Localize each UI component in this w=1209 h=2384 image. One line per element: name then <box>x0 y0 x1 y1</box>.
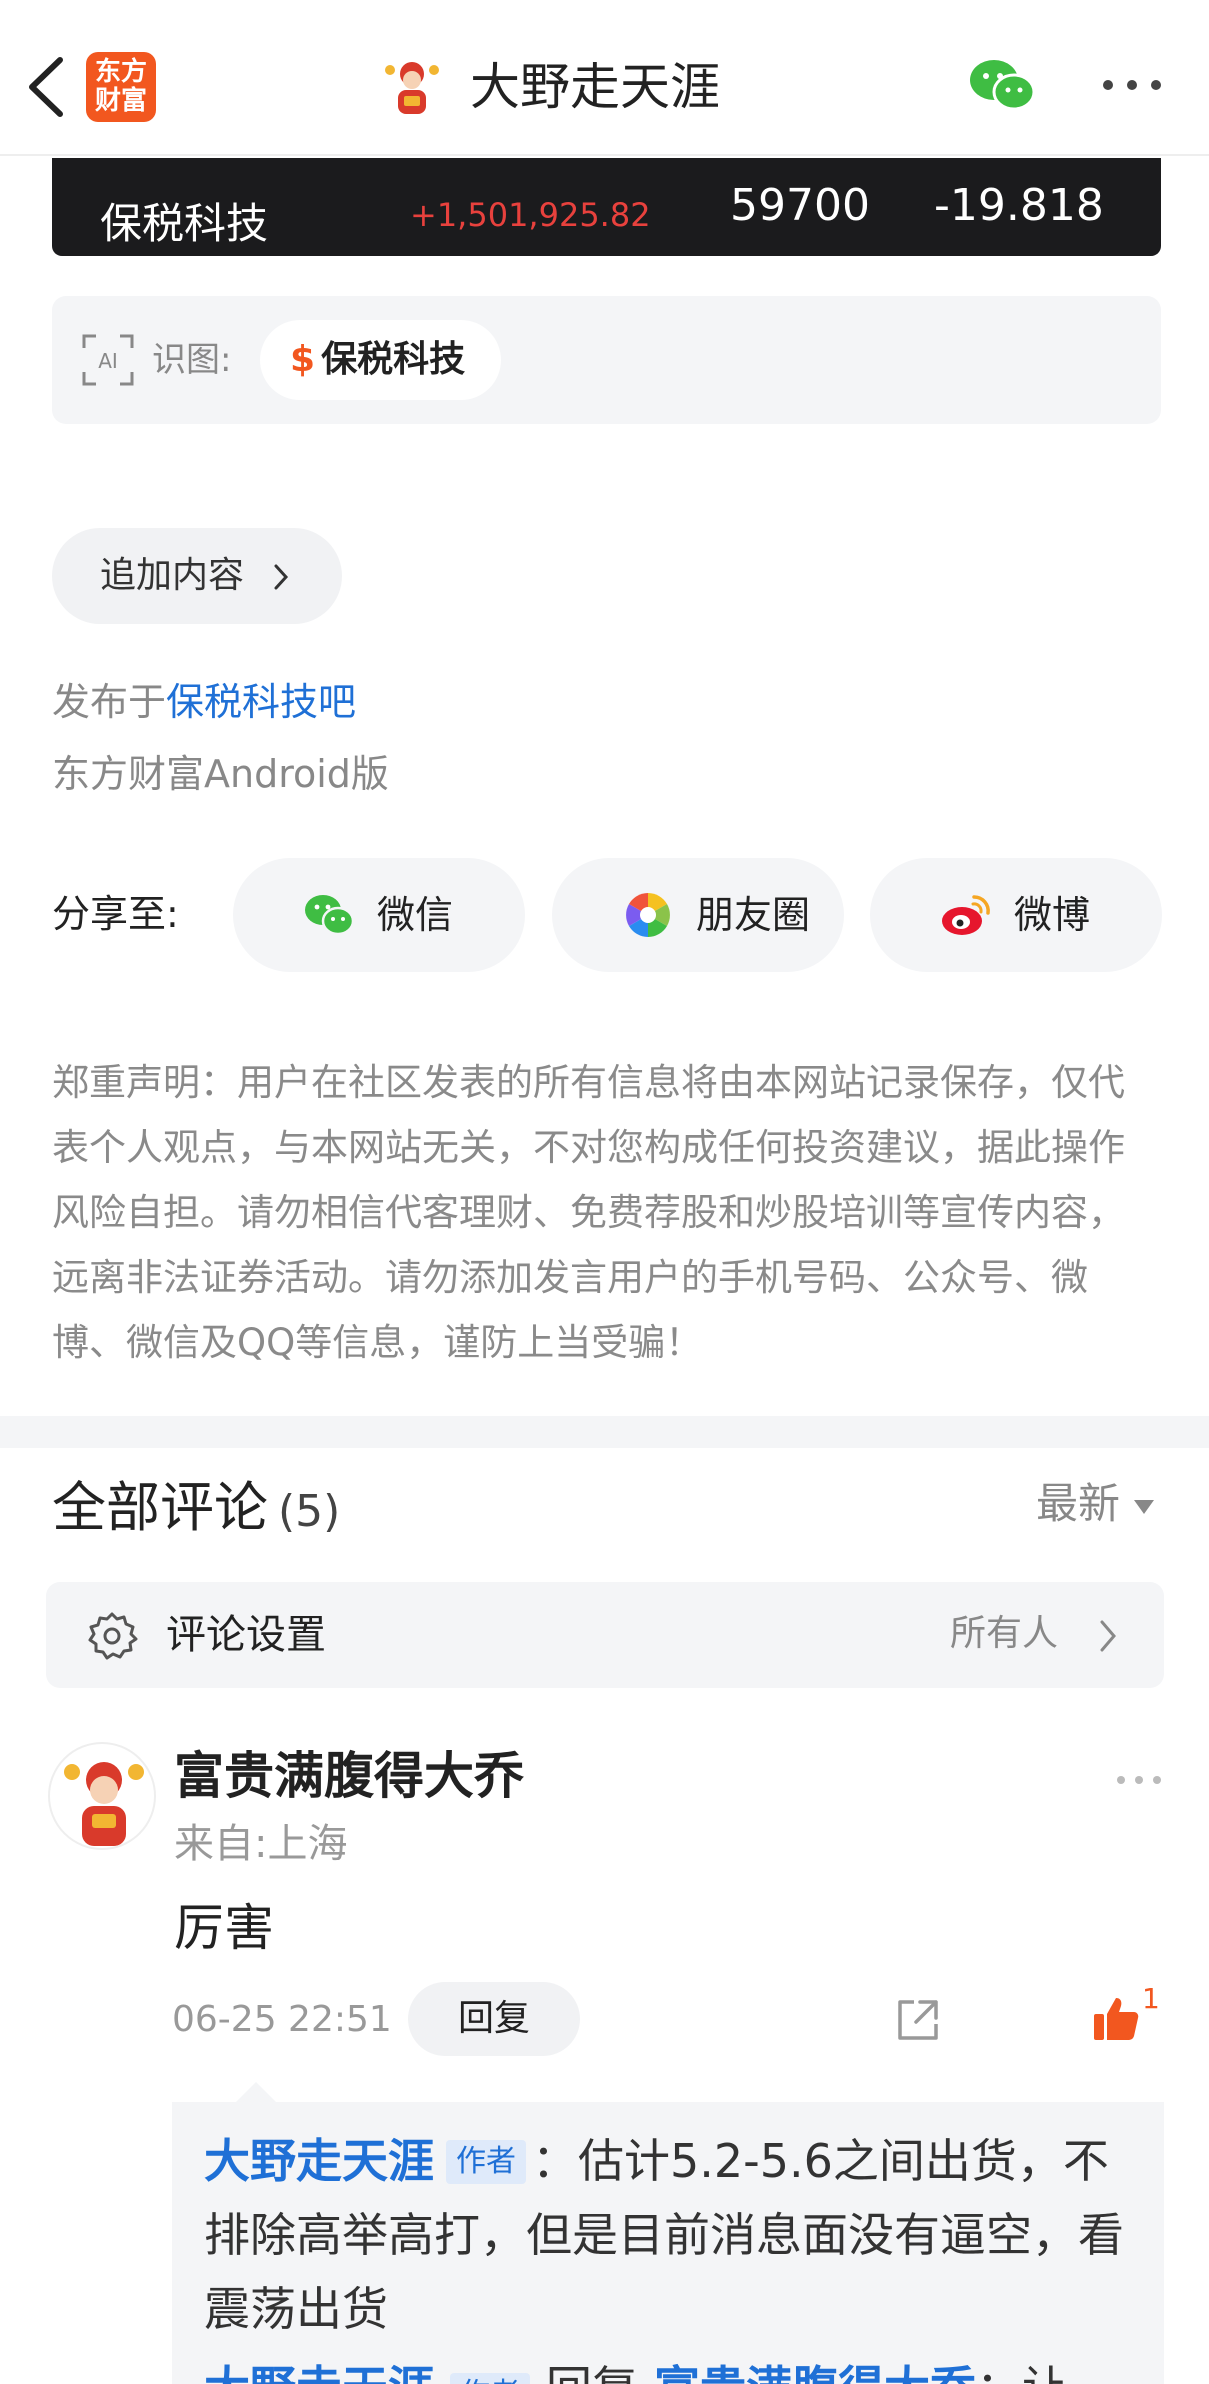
reply-verb: 回复 <box>546 2361 638 2384</box>
add-content-label: 追加内容 <box>100 555 245 596</box>
top-nav-bar: 东方 财富 大野走天涯 <box>0 0 1209 156</box>
publish-prefix: 发布于 <box>52 680 167 724</box>
reply-thread: 大野走天涯 作者 ：估计5.2-5.6之间出货，不排除高举高打，但是目前消息面没有逼… <box>172 2082 1164 2384</box>
comment-time: 06-25 22:51 <box>172 1999 392 2040</box>
thumbs-up-icon[interactable] <box>1092 1994 1140 2042</box>
reply-item[interactable]: 大野走天涯 作者 ：估计5.2-5.6之间出货，不排除高举高打，但是目前消息面没有逼… <box>204 2124 1124 2346</box>
wechat-share-icon[interactable] <box>968 56 1036 116</box>
ai-scan-icon: AI <box>82 334 134 386</box>
stock-quote-bar[interactable]: 保税科技 +1,501,925.82 59700 -19.818 <box>52 158 1161 256</box>
reply-target: 富贵满腹得大乔 <box>654 2361 976 2384</box>
share-moments-label: 朋友圈 <box>696 893 811 937</box>
like-count: 1 <box>1142 1982 1160 2015</box>
author-badge: 作者 <box>450 2373 531 2384</box>
comment-more-icon[interactable] <box>1114 1770 1164 1790</box>
stock-name: 保税科技 <box>100 199 269 248</box>
reply-item-partial[interactable]: 大野走天涯 作者 回复 富贵满腹得大乔：让 <box>204 2358 1068 2384</box>
stock-volume: 59700 <box>730 180 870 231</box>
moments-icon <box>626 893 670 937</box>
comments-title-label: 全部评论 <box>52 1476 268 1539</box>
chevron-right-icon <box>1100 1620 1116 1652</box>
share-wechat-button[interactable]: 微信 <box>233 858 525 972</box>
page-title: 大野走天涯 <box>470 58 720 116</box>
share-label: 分享至: <box>52 892 179 936</box>
comment-settings-row[interactable]: 评论设置 所有人 <box>46 1582 1164 1688</box>
ai-recognition-box: AI 识图: $ 保税科技 <box>52 296 1161 424</box>
reply-author: 大野走天涯 <box>204 2361 434 2384</box>
reply-thread-notch <box>236 2082 276 2102</box>
comment-settings-value: 所有人 <box>950 1613 1059 1654</box>
back-arrow-icon[interactable] <box>22 52 72 122</box>
dollar-icon: $ <box>290 339 316 380</box>
stock-amount: +1,501,925.82 <box>410 196 651 234</box>
section-divider <box>0 1416 1209 1448</box>
svg-text:AI: AI <box>98 349 118 373</box>
comment-text: 厉害 <box>174 1899 274 1957</box>
comments-count: (5) <box>278 1486 341 1537</box>
share-wechat-label: 微信 <box>377 893 454 937</box>
ai-recognition-label: 识图: <box>152 340 232 380</box>
fortune-god-avatar-icon <box>385 62 439 114</box>
comment-location: 来自:上海 <box>174 1821 348 1867</box>
sort-label: 最新 <box>1036 1479 1121 1528</box>
comments-title: 全部评论 (5) <box>52 1472 340 1548</box>
stock-chip-label: 保税科技 <box>321 339 466 380</box>
comment-username[interactable]: 富贵满腹得大乔 <box>174 1744 524 1808</box>
sort-dropdown[interactable]: 最新 <box>1036 1476 1155 1532</box>
share-external-icon[interactable] <box>894 1996 942 2044</box>
stock-chip[interactable]: $ 保税科技 <box>260 320 502 400</box>
more-options-icon[interactable] <box>1100 70 1164 100</box>
gear-icon <box>88 1612 138 1660</box>
reply-button[interactable]: 回复 <box>408 1982 580 2056</box>
comment-settings-label: 评论设置 <box>166 1612 326 1658</box>
eastmoney-logo: 东方 财富 <box>86 52 156 122</box>
publish-device: 东方财富Android版 <box>52 752 389 796</box>
stock-percent: -19.818 <box>934 180 1104 231</box>
reply-tail: ：让 <box>976 2361 1068 2384</box>
logo-text-line2: 财富 <box>94 86 147 116</box>
logo-text-line1: 东方 <box>94 57 147 87</box>
share-weibo-button[interactable]: 微博 <box>870 858 1162 972</box>
caret-down-icon <box>1134 1499 1155 1514</box>
author-badge: 作者 <box>446 2140 526 2184</box>
avatar[interactable] <box>48 1742 156 1850</box>
reply-author[interactable]: 大野走天涯 <box>204 2134 434 2188</box>
disclaimer-text: 郑重声明：用户在社区发表的所有信息将由本网站记录保存，仅代表个人观点，与本网站无… <box>52 1061 1125 1364</box>
fortune-god-avatar-icon <box>64 1762 144 1846</box>
add-content-button[interactable]: 追加内容 <box>52 528 342 624</box>
wechat-icon <box>305 895 355 936</box>
chevron-right-icon <box>274 564 289 590</box>
share-weibo-label: 微博 <box>1014 893 1091 937</box>
stock-bar-link[interactable]: 保税科技吧 <box>166 680 356 724</box>
weibo-icon <box>942 895 990 935</box>
share-moments-button[interactable]: 朋友圈 <box>552 858 844 972</box>
publish-info: 发布于保税科技吧 <box>52 676 356 728</box>
